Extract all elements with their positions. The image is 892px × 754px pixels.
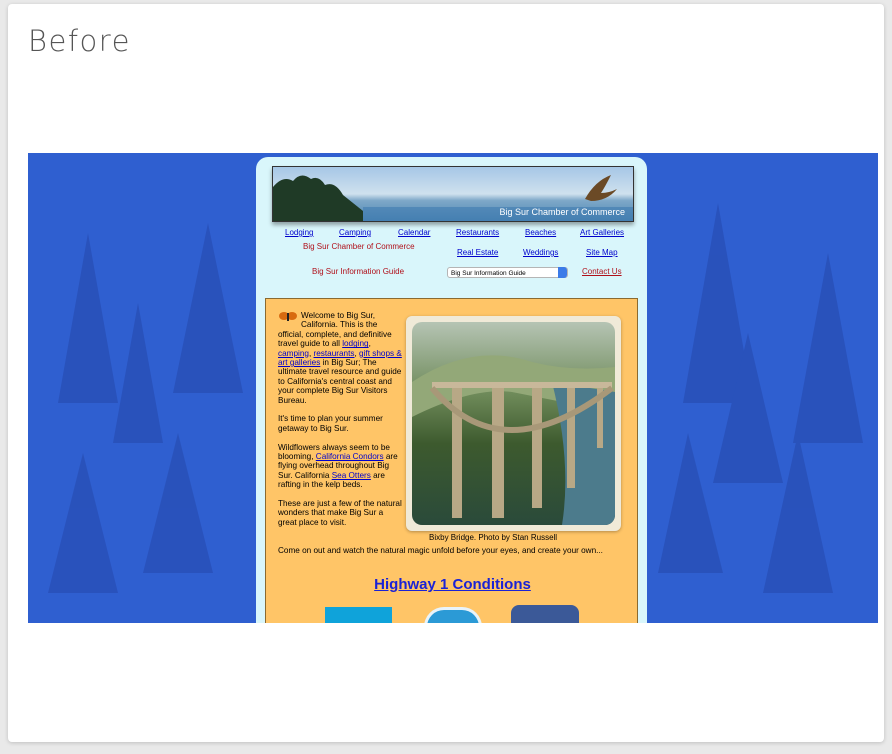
photo-caption: Bixby Bridge. Photo by Stan Russell (429, 533, 558, 542)
card-title: Before (28, 24, 131, 58)
chevron-down-icon (558, 267, 567, 278)
condor-icon (585, 175, 617, 201)
twitter-icon[interactable] (325, 607, 392, 623)
nav-contact-us[interactable]: Contact Us (582, 267, 622, 276)
wonders-paragraph: These are just a few of the natural wond… (278, 499, 402, 527)
nav-real-estate[interactable]: Real Estate (457, 248, 498, 257)
bixby-bridge-photo[interactable] (406, 316, 621, 531)
welcome-sep1: , (368, 339, 371, 349)
website-screenshot: Big Sur Chamber of Commerce Lodging Camp… (28, 153, 878, 623)
weather-icon[interactable] (424, 607, 482, 623)
nav-camping[interactable]: Camping (339, 228, 371, 237)
nav-weddings[interactable]: Weddings (523, 248, 558, 257)
pine-tree-background-left (48, 223, 243, 593)
bridge-icon (412, 355, 615, 525)
pine-tree-background-right (658, 203, 863, 593)
site-page: Big Sur Chamber of Commerce Lodging Camp… (256, 157, 647, 623)
facebook-icon[interactable] (511, 605, 579, 623)
header-banner[interactable]: Big Sur Chamber of Commerce (272, 166, 634, 222)
link-lodging[interactable]: lodging (342, 339, 368, 348)
plan-paragraph: It's time to plan your summer getaway to… (278, 414, 383, 433)
nav-calendar[interactable]: Calendar (398, 228, 430, 237)
highway-1-conditions-link[interactable]: Highway 1 Conditions (266, 576, 639, 593)
come-out-paragraph: Come on out and watch the natural magic … (278, 546, 603, 555)
info-guide-label: Big Sur Information Guide (312, 267, 405, 276)
chamber-label: Big Sur Chamber of Commerce (303, 242, 415, 251)
welcome-text: Welcome to Big Sur, California. This is … (278, 311, 404, 537)
photo-image (412, 322, 615, 525)
butterfly-icon (279, 312, 297, 321)
link-restaurants[interactable]: restaurants (314, 349, 355, 358)
select-value: Big Sur Information Guide (451, 270, 526, 277)
nav-beaches[interactable]: Beaches (525, 228, 556, 237)
link-sea-otters[interactable]: Sea Otters (332, 471, 371, 480)
link-camping[interactable]: camping (278, 349, 309, 358)
info-guide-select[interactable]: Big Sur Information Guide (447, 267, 568, 278)
link-condors[interactable]: California Condors (316, 452, 384, 461)
main-content: Welcome to Big Sur, California. This is … (265, 298, 638, 623)
banner-title: Big Sur Chamber of Commerce (499, 207, 625, 217)
nav-restaurants[interactable]: Restaurants (456, 228, 499, 237)
nav-site-map[interactable]: Site Map (586, 248, 618, 257)
nav-lodging[interactable]: Lodging (285, 228, 313, 237)
before-card: Before Big Sur Chamber of Commerce Lodgi… (8, 4, 884, 742)
nav-art-galleries[interactable]: Art Galleries (580, 228, 624, 237)
